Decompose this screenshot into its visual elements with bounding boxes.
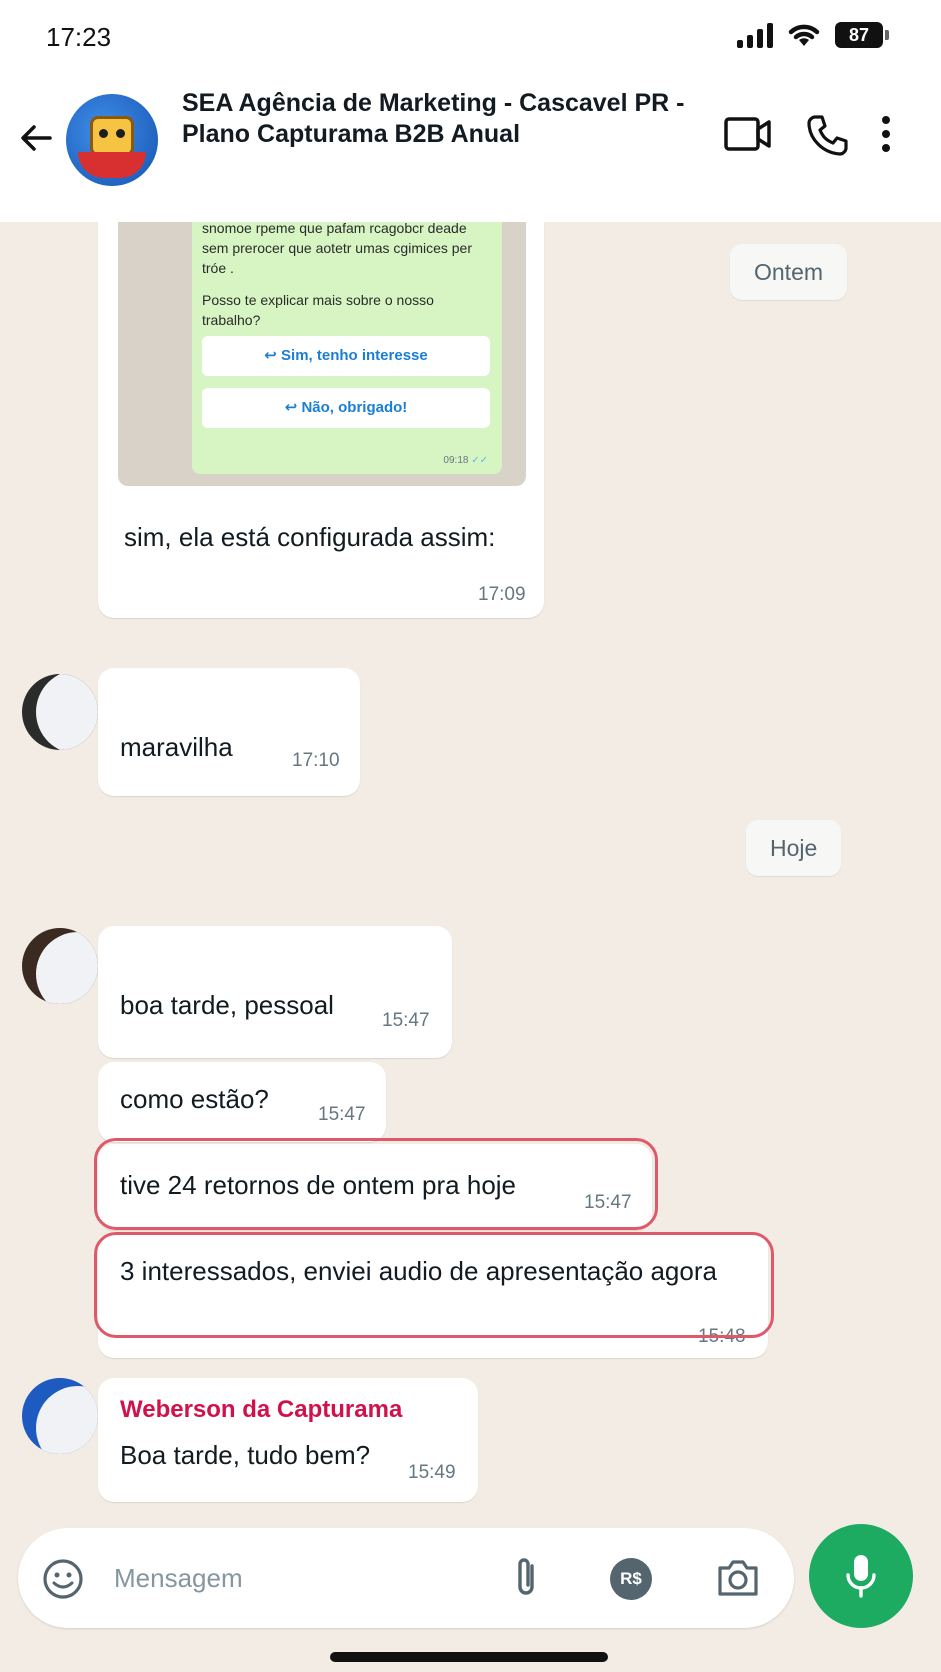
message-time: 15:49	[408, 1462, 456, 1483]
message-bubble[interactable]: boa tarde, pessoal 15:47	[98, 926, 452, 1058]
preview-no-button: ↩ Não, obrigado!	[202, 388, 490, 428]
message-bubble[interactable]: 3 interessados, enviei audio de apresent…	[98, 1232, 768, 1358]
message-composer: R$	[18, 1528, 794, 1628]
message-time: 15:47	[318, 1104, 366, 1125]
chat-title[interactable]: SEA Agência de Marketing - Cascavel PR -…	[182, 88, 722, 150]
preview-blurred-text: snomoe rpeme que pafam rcagobcr deade se…	[202, 220, 472, 276]
microphone-icon	[846, 1555, 876, 1598]
message-bubble[interactable]: snomoe rpeme que pafam rcagobcr deade se…	[98, 202, 544, 618]
message-time: 17:09	[478, 584, 526, 605]
message-time: 15:48	[698, 1326, 746, 1347]
voice-call-icon[interactable]	[806, 114, 848, 156]
avatar[interactable]	[22, 1378, 98, 1454]
more-options-icon[interactable]	[880, 114, 892, 154]
preview-yes-button: ↩ Sim, tenho interesse	[202, 336, 490, 376]
group-avatar[interactable]	[66, 94, 158, 186]
preview-time: 09:18 ✓✓	[443, 455, 488, 466]
top-bar: 17:23 87 SEA Agência de Marketing - Casc…	[0, 0, 941, 222]
chat-header: SEA Agência de Marketing - Cascavel PR -…	[0, 78, 941, 202]
date-separator-yesterday: Ontem	[730, 244, 848, 300]
wifi-icon	[788, 24, 820, 46]
preview-question: Posso te explicar mais sobre o nosso tra…	[202, 292, 434, 328]
sender-name[interactable]: Weberson da Capturama	[120, 1396, 402, 1424]
emoji-icon[interactable]	[42, 1558, 84, 1600]
message-text: Boa tarde, tudo bem?	[120, 1440, 371, 1470]
message-bubble[interactable]: maravilha 17:10	[98, 668, 360, 796]
message-time: 17:10	[292, 750, 340, 771]
message-text: maravilha	[120, 732, 233, 762]
avatar[interactable]	[22, 674, 98, 750]
avatar[interactable]	[22, 928, 98, 1004]
battery-icon: 87	[835, 22, 889, 48]
message-text: tive 24 retornos de ontem pra hoje	[120, 1170, 517, 1200]
message-text: 3 interessados, enviei audio de apresent…	[120, 1256, 717, 1286]
home-indicator[interactable]	[330, 1652, 608, 1662]
attached-image[interactable]: snomoe rpeme que pafam rcagobcr deade se…	[118, 202, 526, 486]
message-text: boa tarde, pessoal	[120, 990, 334, 1020]
message-text: sim, ela está configurada assim:	[124, 522, 496, 552]
microphone-button[interactable]	[809, 1524, 913, 1628]
attachment-icon[interactable]	[512, 1554, 540, 1600]
message-input[interactable]	[114, 1556, 454, 1600]
message-text: como estão?	[120, 1084, 269, 1114]
camera-icon[interactable]	[716, 1558, 760, 1598]
robot-logo-icon	[90, 116, 134, 156]
date-separator-today: Hoje	[746, 820, 842, 876]
message-bubble[interactable]: como estão? 15:47	[98, 1062, 386, 1142]
message-bubble[interactable]: Weberson da Capturama Boa tarde, tudo be…	[98, 1378, 478, 1502]
message-bubble[interactable]: tive 24 retornos de ontem pra hoje 15:47	[98, 1144, 652, 1230]
signal-icon	[737, 22, 773, 48]
message-list[interactable]: snomoe rpeme que pafam rcagobcr deade se…	[0, 202, 941, 1522]
back-arrow-icon[interactable]	[16, 118, 56, 158]
message-time: 15:47	[382, 1010, 430, 1031]
status-time: 17:23	[46, 22, 112, 52]
video-call-icon[interactable]	[724, 114, 772, 154]
payment-icon[interactable]: R$	[610, 1558, 652, 1600]
message-time: 15:47	[584, 1192, 632, 1213]
status-icons: 87	[737, 22, 889, 48]
